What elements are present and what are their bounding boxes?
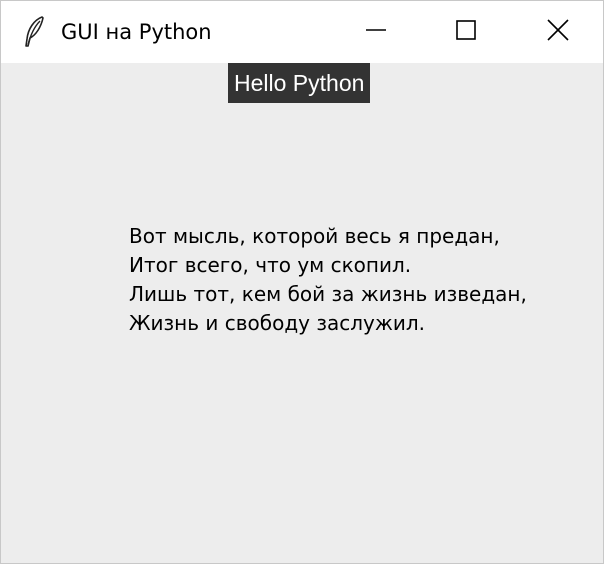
poem-line: Итог всего, что ум скопил.: [129, 253, 412, 277]
app-window: GUI на Python Hello Python Вот мысль, ко…: [0, 0, 604, 564]
poem-line: Вот мысль, которой весь я предан,: [129, 224, 500, 248]
poem-line: Лишь тот, кем бой за жизнь изведан,: [129, 282, 527, 306]
title-bar[interactable]: GUI на Python: [1, 1, 603, 63]
maximize-button[interactable]: [421, 1, 511, 63]
poem-text: Вот мысль, которой весь я предан, Итог в…: [129, 222, 527, 338]
hello-label: Hello Python: [228, 63, 371, 103]
close-button[interactable]: [513, 1, 603, 63]
maximize-icon: [455, 19, 477, 45]
window-title: GUI на Python: [61, 20, 212, 44]
minimize-button[interactable]: [331, 1, 421, 63]
minimize-icon: [365, 19, 387, 45]
close-icon: [546, 18, 570, 46]
feather-icon: [23, 15, 47, 49]
client-area: Hello Python Вот мысль, которой весь я п…: [1, 63, 603, 563]
poem-line: Жизнь и свободу заслужил.: [129, 311, 426, 335]
